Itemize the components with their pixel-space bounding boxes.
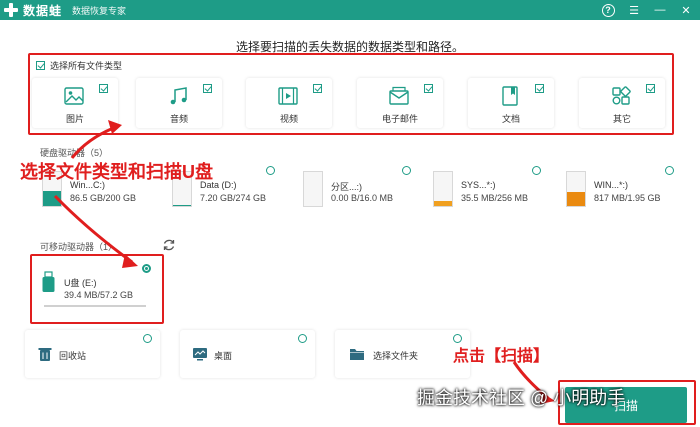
select-all-label: 选择所有文件类型 (50, 61, 123, 71)
close-button[interactable]: ✕ (678, 2, 694, 18)
drive-radio-selected[interactable] (142, 264, 151, 273)
removable-drives-label: 可移动驱动器（1） (40, 242, 118, 252)
drive-size: 0.00 B/16.0 MB (331, 193, 394, 203)
location-recycle-bin[interactable]: 回收站 (25, 330, 160, 378)
email-icon (389, 86, 409, 105)
other-icon (612, 86, 631, 105)
drive-size: 39.4 MB/57.2 GB (64, 290, 134, 300)
drive-name: U盘 (E:) (64, 278, 97, 288)
file-type-card-document[interactable]: 文档 (468, 78, 554, 128)
drive-radio[interactable] (665, 166, 674, 175)
drive-size: 86.5 GB/200 GB (70, 193, 137, 203)
app-logo: 数据蛙 数据恢复专家 (4, 2, 126, 18)
drive-item[interactable]: SYS...*:) 35.5 MB/256 MB (427, 163, 543, 213)
drive-radio[interactable] (266, 166, 275, 175)
file-type-label: 视频 (279, 114, 298, 124)
drive-usage-bar (44, 305, 146, 307)
file-type-card-audio[interactable]: 音频 (136, 78, 222, 128)
drive-icon (433, 171, 453, 207)
recycle-bin-icon (38, 348, 52, 361)
drive-name: WIN...*:) (594, 180, 628, 190)
file-type-card-image[interactable]: 图片 (32, 78, 118, 128)
help-button[interactable]: ? (600, 2, 616, 18)
location-label: 桌面 (214, 351, 233, 361)
file-type-checkbox[interactable] (203, 84, 212, 93)
file-type-card-video[interactable]: 视频 (246, 78, 332, 128)
drive-radio[interactable] (532, 166, 541, 175)
drive-usage-fill (173, 204, 191, 206)
app-name: 数据蛙 (23, 3, 63, 18)
logo-cross-icon (4, 3, 18, 17)
file-type-card-other[interactable]: 其它 (579, 78, 665, 128)
usb-drive-item[interactable]: U盘 (E:) 39.4 MB/57.2 GB (36, 262, 156, 312)
usb-drive-icon (42, 271, 55, 292)
app-subtitle: 数据恢复专家 (72, 5, 127, 16)
title-bar: 数据蛙 数据恢复专家 ? ☰ — ✕ (0, 0, 700, 20)
annotation-box-file-types (28, 53, 674, 135)
drive-radio[interactable] (402, 166, 411, 175)
drive-usage-fill (43, 191, 61, 206)
drive-size: 35.5 MB/256 MB (461, 193, 529, 203)
music-icon (170, 87, 187, 105)
file-type-label: 其它 (612, 114, 631, 124)
help-icon: ? (601, 3, 615, 17)
file-type-checkbox[interactable] (646, 84, 655, 93)
video-icon (278, 87, 298, 105)
location-label: 选择文件夹 (373, 351, 419, 361)
location-desktop[interactable]: 桌面 (180, 330, 315, 378)
refresh-icon[interactable] (162, 238, 176, 252)
drive-usage-fill (567, 191, 585, 206)
desktop-icon (193, 348, 207, 361)
file-type-label: 音频 (169, 114, 188, 124)
file-type-checkbox[interactable] (424, 84, 433, 93)
drive-size: 817 MB/1.95 GB (594, 193, 661, 203)
drive-item[interactable]: 分区...:) 0.00 B/16.0 MB (297, 163, 413, 213)
annotation-select-types: 选择文件类型和扫描U盘 (20, 162, 213, 182)
drive-item[interactable]: WIN...*:) 817 MB/1.95 GB (560, 163, 676, 213)
location-choose-folder[interactable]: 选择文件夹 (335, 330, 470, 378)
file-type-label: 图片 (65, 114, 84, 124)
drive-name: 分区...:) (331, 182, 362, 192)
annotation-click-scan: 点击【扫描】 (453, 348, 550, 365)
menu-button[interactable]: ☰ (626, 2, 642, 18)
drive-size: 7.20 GB/274 GB (200, 193, 267, 203)
drive-icon (566, 171, 586, 207)
drive-usage-fill (434, 201, 452, 206)
folder-icon (350, 349, 364, 360)
image-icon (64, 87, 84, 105)
file-type-checkbox[interactable] (313, 84, 322, 93)
select-all-checkbox[interactable] (36, 61, 45, 70)
minimize-button[interactable]: — (652, 2, 668, 18)
select-all-types[interactable]: 选择所有文件类型 (36, 59, 122, 72)
file-type-label: 文档 (501, 114, 520, 124)
file-type-checkbox[interactable] (99, 84, 108, 93)
file-type-checkbox[interactable] (535, 84, 544, 93)
file-type-card-email[interactable]: 电子邮件 (357, 78, 443, 128)
location-radio[interactable] (298, 334, 307, 343)
document-icon (502, 86, 518, 106)
location-radio[interactable] (143, 334, 152, 343)
watermark-text: 掘金技术社区 @ 小明助手 (417, 388, 626, 408)
drive-icon (303, 171, 323, 207)
location-label: 回收站 (59, 351, 87, 361)
file-type-label: 电子邮件 (381, 114, 418, 124)
drive-name: SYS...*:) (461, 180, 496, 190)
